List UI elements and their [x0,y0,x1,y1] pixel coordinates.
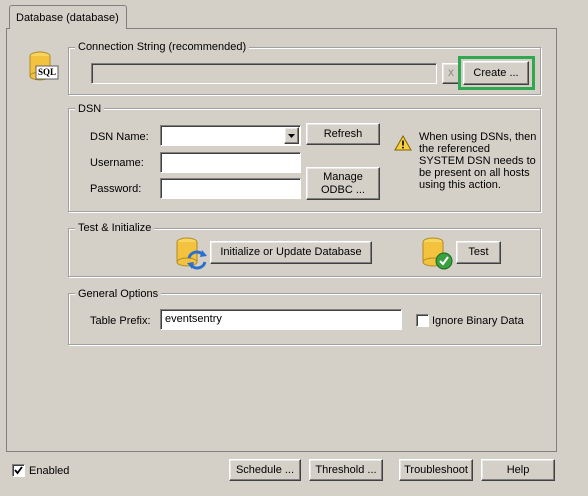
dsn-legend: DSN [75,103,105,115]
username-label: Username: [90,157,144,169]
refresh-button[interactable]: Refresh [306,123,380,145]
dsn-name-label: DSN Name: [90,131,149,143]
check-icon [14,466,23,475]
ignore-binary-label: Ignore Binary Data [432,315,524,327]
create-connection-button[interactable]: Create ... [463,61,529,85]
dsn-warning-text: When using DSNs, then the referenced SYS… [419,131,537,191]
username-input[interactable] [160,152,301,173]
troubleshoot-button[interactable]: Troubleshoot [399,459,473,481]
sql-database-icon: SQL [26,50,60,84]
help-button[interactable]: Help [481,459,555,481]
warning-icon [394,134,412,151]
connection-string-input[interactable] [91,63,437,84]
tab-label: Database (database) [16,12,119,24]
test-button[interactable]: Test [456,241,501,264]
schedule-button[interactable]: Schedule ... [229,459,301,481]
enabled-label: Enabled [29,465,70,477]
sql-icon-text: SQL [38,67,57,77]
dsn-name-select[interactable] [160,125,301,146]
tab-database[interactable]: Database (database) [9,5,127,29]
manage-odbc-button[interactable]: Manage ODBC ... [306,167,380,200]
manage-odbc-line2: ODBC ... [320,183,365,196]
threshold-button[interactable]: Threshold ... [309,459,383,481]
test-initialize-legend: Test & Initialize [75,222,155,234]
manage-odbc-line1: Manage [323,170,363,183]
enabled-checkbox[interactable] [12,464,25,477]
ignore-binary-checkbox[interactable] [416,314,429,327]
table-prefix-label: Table Prefix: [90,315,151,327]
connection-string-legend: Connection String (recommended) [75,41,250,53]
database-test-icon [421,236,455,270]
password-label: Password: [90,183,142,195]
database-update-icon [175,236,209,270]
initialize-update-database-button[interactable]: Initialize or Update Database [210,241,372,264]
general-options-legend: General Options [75,288,162,300]
table-prefix-input[interactable]: eventsentry [160,309,402,330]
password-input[interactable] [160,178,301,199]
chevron-down-icon[interactable] [284,127,299,144]
